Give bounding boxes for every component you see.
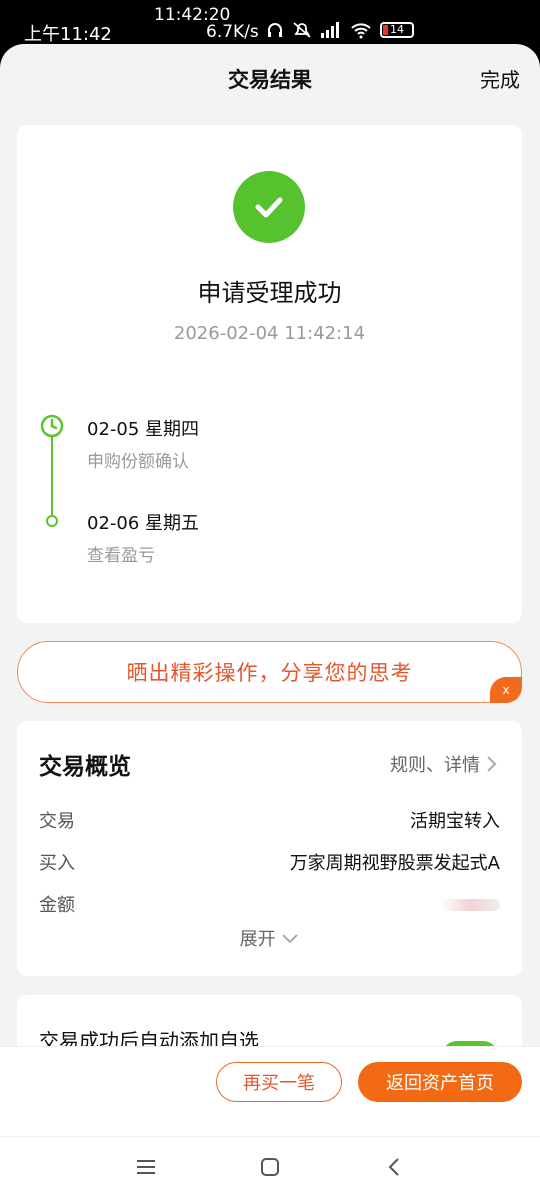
result-title: 申请受理成功 [197,279,342,307]
expand-button[interactable]: 展开 [17,925,522,951]
chevron-right-icon [487,756,497,772]
network-speed: 6.7K/s [206,22,259,42]
close-icon[interactable]: x [490,677,522,703]
timeline-desc-2: 查看盈亏 [87,546,155,566]
result-card: 申请受理成功 2026-02-04 11:42:14 02-05 星期四 申购份… [17,125,522,623]
amount-hidden-value [440,899,500,911]
mute-icon [293,22,311,38]
wifi-icon [351,23,371,39]
done-button[interactable]: 完成 [480,64,520,93]
signal-icon [321,22,339,38]
timeline-date-2: 02-06 星期五 [87,513,200,534]
row-label: 交易 [39,811,75,832]
menu-icon[interactable] [128,1149,164,1185]
status-icons: 14 [266,21,414,39]
overview-card: 交易概览 规则、详情 交易 活期宝转入 买入 万家周期视野股票发起式A 金额 展… [17,721,522,976]
system-nav-bar [0,1136,540,1200]
status-bar: 上午11:42 11:42:20 6.7K/s 14 [0,0,540,48]
overview-row: 金额 [39,891,500,919]
timeline-date-1: 02-05 星期四 [87,419,200,440]
row-label: 金额 [39,895,75,916]
row-value: 万家周期视野股票发起式A [289,853,500,874]
timeline-dot [46,515,58,527]
result-timestamp: 2026-02-04 11:42:14 [173,323,366,344]
timeline-line [51,435,53,517]
nav-bar: 交易结果 完成 [0,44,540,108]
back-icon[interactable] [376,1149,412,1185]
clock-icon [40,414,64,438]
battery-icon: 14 [380,22,414,38]
share-banner[interactable]: 晒出精彩操作，分享您的思考 x [17,641,522,703]
rules-link[interactable]: 规则、详情 [390,751,498,777]
headphones-icon [268,23,282,37]
rules-label: 规则、详情 [390,755,480,776]
chevron-down-icon [282,934,299,944]
success-check-icon [233,171,305,243]
page-title: 交易结果 [228,68,312,92]
status-time: 上午11:42 [24,24,112,45]
bottom-action-bar: 再买一笔 返回资产首页 [0,1046,540,1136]
home-icon[interactable] [252,1149,288,1185]
rebuy-button[interactable]: 再买一笔 [216,1062,342,1102]
row-value: 活期宝转入 [410,811,500,832]
trade-result-page: 交易结果 完成 申请受理成功 2026-02-04 11:42:14 02-05… [0,44,540,1200]
overview-row: 买入 万家周期视野股票发起式A [39,849,500,877]
timeline-desc-1: 申购份额确认 [87,452,189,472]
row-label: 买入 [39,853,75,874]
share-banner-text: 晒出精彩操作，分享您的思考 [126,661,413,685]
return-home-button[interactable]: 返回资产首页 [358,1062,522,1102]
expand-label: 展开 [239,929,276,950]
overview-row: 交易 活期宝转入 [39,807,500,835]
overview-title: 交易概览 [39,754,131,780]
